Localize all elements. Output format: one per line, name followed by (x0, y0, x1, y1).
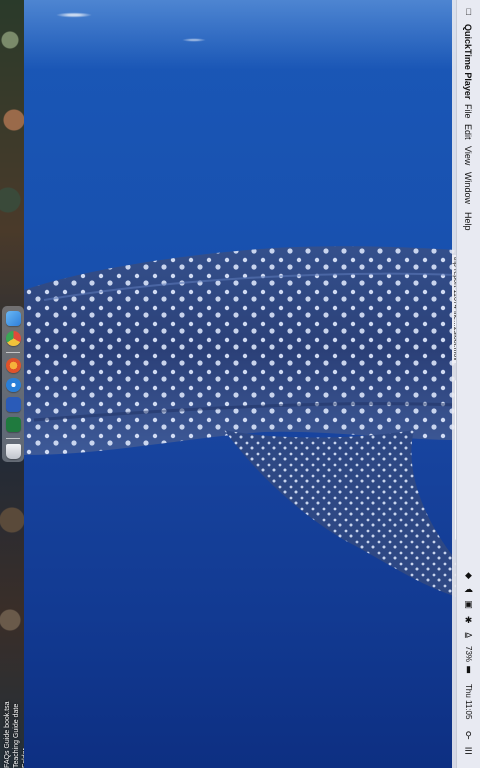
dock-trash-icon[interactable] (5, 444, 21, 459)
shark-fin-spots (224, 430, 456, 597)
menu-window[interactable]: Window (461, 172, 475, 204)
menu-view[interactable]: View (461, 146, 475, 165)
dock (2, 306, 24, 462)
notification-center-icon[interactable]: ☰ (463, 746, 474, 757)
video-frame[interactable] (24, 0, 456, 768)
menu-help[interactable]: Help (461, 212, 475, 231)
dropbox-icon[interactable]: ◆ (463, 570, 474, 581)
desktop-screen: FAQs Guide book.tsa Teaching Guide date … (0, 0, 480, 768)
menu-app-name[interactable]: QuickTime Player (461, 24, 475, 99)
display-icon[interactable]: ▣ (463, 599, 474, 610)
desktop-label-line1: FAQs Guide book.tsa (4, 701, 11, 768)
cloud-icon[interactable]: ☁ (463, 584, 474, 595)
dock-safari-icon[interactable] (5, 377, 21, 393)
dock-firefox-icon[interactable] (5, 357, 21, 373)
dock-excel-icon[interactable] (5, 417, 21, 433)
dock-separator-2 (6, 438, 20, 440)
clock[interactable]: Thu 11:05 (461, 684, 475, 719)
menu-edit[interactable]: Edit (461, 124, 475, 140)
dock-finder-icon[interactable] (5, 311, 21, 326)
whale-shark-image (24, 246, 456, 597)
menu-file[interactable]: File (461, 104, 475, 119)
search-icon[interactable]: ⚲ (463, 730, 474, 741)
battery-icon[interactable]: ▮ (463, 664, 474, 675)
dock-separator (6, 351, 20, 353)
dock-word-icon[interactable] (5, 397, 21, 413)
apple-icon[interactable]:  (463, 6, 474, 17)
bluetooth-icon[interactable]: ✱ (463, 615, 474, 626)
wifi-icon[interactable]: ⧐ (463, 630, 474, 641)
menu-bar:  QuickTime Player File Edit View Window… (456, 0, 480, 768)
battery-percent[interactable]: 73% (461, 646, 475, 662)
dock-chrome-icon[interactable] (5, 330, 21, 346)
